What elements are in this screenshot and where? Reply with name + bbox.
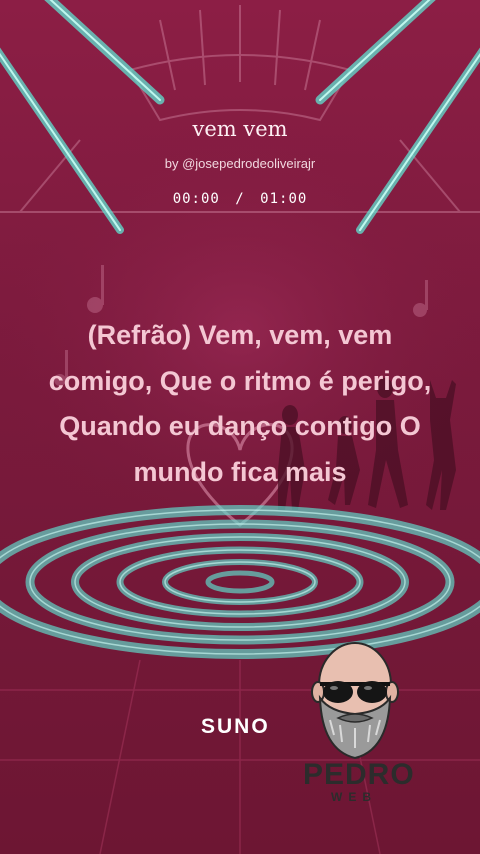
lyrics-text: (Refrão) Vem, vem, vem comigo, Que o rit…: [48, 320, 432, 487]
playback-time: 00:00 / 01:00: [0, 191, 480, 207]
total-time: 01:00: [260, 191, 308, 207]
pedro-logo-text: PEDRO: [303, 758, 415, 791]
time-separator: /: [235, 191, 245, 207]
suno-logo: SUNO: [201, 715, 270, 738]
pedro-web-avatar-icon: [311, 642, 399, 760]
current-time: 00:00: [172, 191, 220, 207]
track-author: by @josepedrodeoliveirajr: [164, 156, 316, 171]
web-logo-text: WEB: [331, 790, 377, 804]
track-title: vem vem: [192, 117, 288, 141]
